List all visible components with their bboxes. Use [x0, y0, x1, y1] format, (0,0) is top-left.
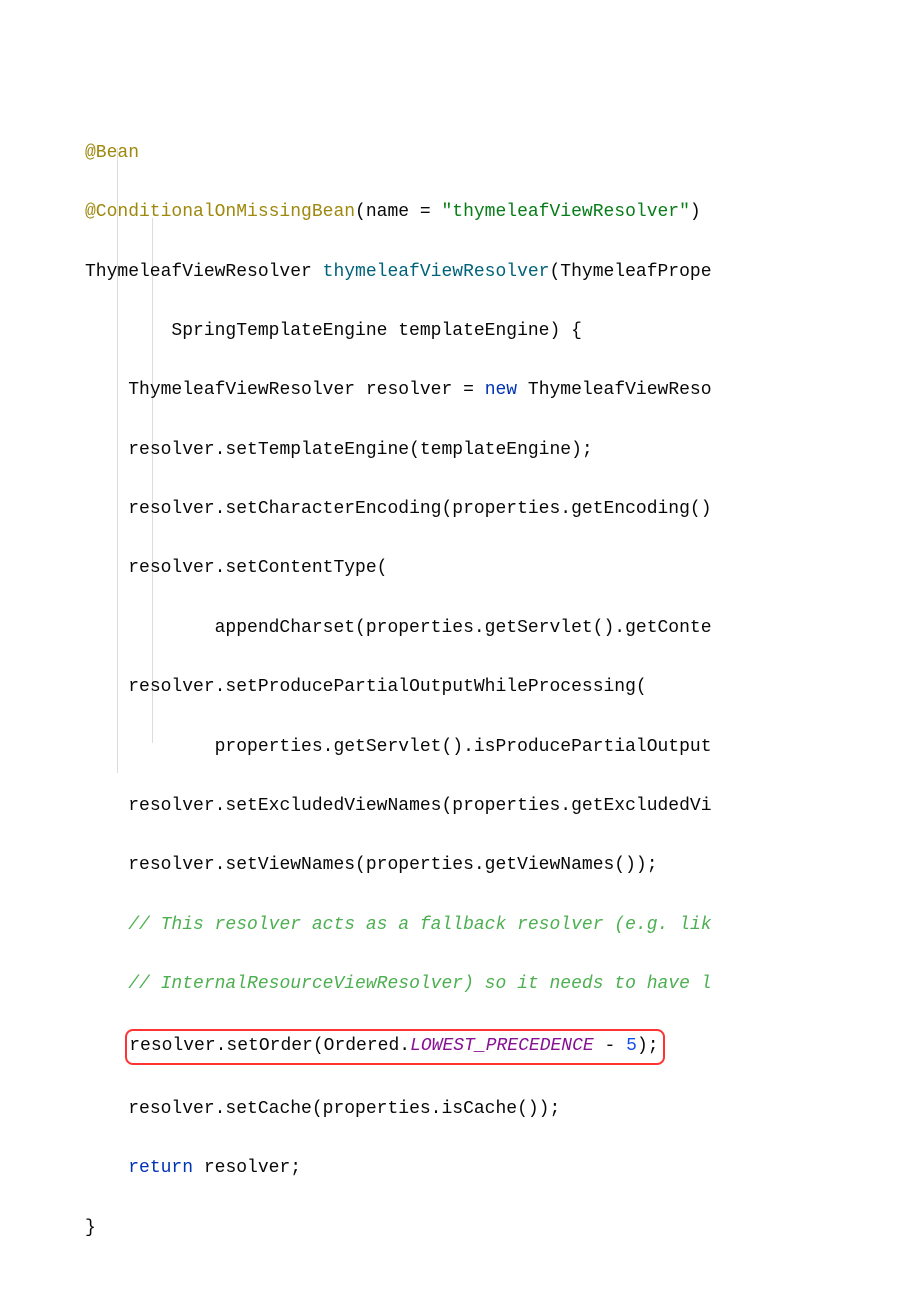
code-line-11: properties.getServlet().isProducePartial… — [85, 733, 906, 763]
number-literal: 5 — [626, 1036, 637, 1056]
code-line-2: @ConditionalOnMissingBean(name = "thymel… — [85, 198, 906, 228]
comment: // InternalResourceViewResolver) so it n… — [128, 974, 711, 994]
highlighted-line: resolver.setOrder(Ordered.LOWEST_PRECEDE… — [125, 1029, 664, 1065]
code-line-4: SpringTemplateEngine templateEngine) { — [85, 317, 906, 347]
code-line-14: // This resolver acts as a fallback reso… — [85, 911, 906, 941]
code-line-16: resolver.setOrder(Ordered.LOWEST_PRECEDE… — [85, 1029, 906, 1065]
code-line-7: resolver.setCharacterEncoding(properties… — [85, 495, 906, 525]
code-line-10: resolver.setProducePartialOutputWhilePro… — [85, 673, 906, 703]
code-line-12: resolver.setExcludedViewNames(properties… — [85, 792, 906, 822]
annotation-conditional: @ConditionalOnMissingBean — [85, 202, 355, 222]
method-name: thymeleafViewResolver — [323, 262, 550, 282]
code-line-13: resolver.setViewNames(properties.getView… — [85, 851, 906, 881]
comment: // This resolver acts as a fallback reso… — [128, 915, 711, 935]
code-line-8: resolver.setContentType( — [85, 554, 906, 584]
code-line-18: return resolver; — [85, 1154, 906, 1184]
code-line-1: @Bean — [85, 139, 906, 169]
code-line-6: resolver.setTemplateEngine(templateEngin… — [85, 436, 906, 466]
annotation-bean: @Bean — [85, 143, 139, 163]
code-line-3: ThymeleafViewResolver thymeleafViewResol… — [85, 258, 906, 288]
constant: LOWEST_PRECEDENCE — [410, 1036, 594, 1056]
code-line-5: ThymeleafViewResolver resolver = new Thy… — [85, 376, 906, 406]
code-block: @Bean @ConditionalOnMissingBean(name = "… — [0, 0, 906, 1303]
code-line-9: appendCharset(properties.getServlet().ge… — [85, 614, 906, 644]
code-line-15: // InternalResourceViewResolver) so it n… — [85, 970, 906, 1000]
string-literal: "thymeleafViewResolver" — [441, 202, 689, 222]
keyword-return: return — [128, 1158, 204, 1178]
code-line-19: } — [85, 1214, 906, 1244]
code-line-17: resolver.setCache(properties.isCache()); — [85, 1095, 906, 1125]
keyword-new: new — [485, 380, 528, 400]
